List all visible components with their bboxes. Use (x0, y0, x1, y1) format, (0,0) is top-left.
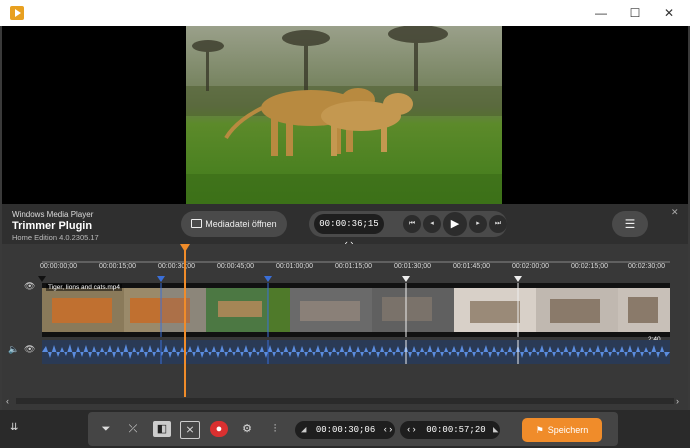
collapse-icon[interactable]: ⇊ (10, 422, 18, 433)
start-marker (38, 276, 46, 282)
menu-button[interactable]: ☰ (612, 211, 648, 237)
time-ruler[interactable]: 00:00:00;00 00:00:15;00 00:00:30;00 00:0… (40, 258, 670, 276)
tick-label: 00:01:45;00 (453, 263, 490, 270)
tick-label: 00:01:15;00 (335, 263, 372, 270)
open-media-label: Mediadatei öffnen (205, 219, 277, 229)
next-frame-icon: ▸ (476, 220, 480, 227)
audio-visibility-eye-icon[interactable]: 👁 (24, 344, 35, 355)
tick-label: 00:02:30;00 (628, 263, 665, 270)
skip-forward-icon: ⏭ (494, 220, 502, 227)
tick-label: 00:01:00;00 (276, 263, 313, 270)
folder-icon (191, 219, 203, 228)
start-marker-icon: ◢ (301, 425, 307, 435)
video-frame (186, 26, 502, 204)
go-to-start-button[interactable]: ⏮ (403, 215, 421, 233)
end-marker-icon: ◣ (493, 425, 499, 435)
timeline-scrollbar[interactable] (16, 398, 674, 404)
clip-thumbnails (42, 283, 670, 337)
end-time-field[interactable]: ‹› 00:00:57;20 ◣ (400, 421, 500, 439)
cut-segment-icon[interactable]: ⨯ (180, 421, 200, 439)
plugin-name: Trimmer Plugin (12, 220, 93, 232)
tick-label: 00:00:15;00 (99, 263, 136, 270)
start-time-value: 00:00:30;06 (315, 425, 376, 435)
app-name: Windows Media Player (12, 210, 94, 219)
minimize-button[interactable]: — (584, 0, 618, 26)
start-time-field[interactable]: ◢ 00:00:30;06 ‹› (295, 421, 395, 439)
clip-name: Tiger, lions and cats.mp4 (46, 284, 123, 291)
play-button[interactable]: ▶ (443, 212, 467, 236)
next-frame-button[interactable]: ▸ (469, 215, 487, 233)
trim-mode-icon[interactable]: ◧ (153, 421, 171, 437)
save-label: Speichern (547, 425, 589, 435)
video-visibility-eye-icon[interactable]: 👁 (24, 281, 35, 292)
open-media-button[interactable]: Mediadatei öffnen (181, 211, 287, 237)
audio-waveform-track[interactable] (42, 340, 670, 364)
maximize-button[interactable]: ☐ (618, 0, 652, 26)
clear-filter-icon[interactable]: ⤫ (124, 421, 142, 437)
record-microphone-icon[interactable]: ● (210, 421, 228, 437)
tick-label: 00:00:00;00 (40, 263, 77, 270)
video-clip-track[interactable] (42, 283, 670, 337)
speaker-icon[interactable]: 🔈 (8, 344, 19, 355)
save-button[interactable]: ⚑ Speichern (522, 418, 602, 442)
out-marker[interactable] (264, 276, 272, 282)
tick-label: 00:02:00;00 (512, 263, 549, 270)
hamburger-icon: ☰ (624, 217, 636, 231)
skip-back-icon: ⏮ (408, 220, 416, 227)
marker-2[interactable] (514, 276, 522, 282)
prev-frame-icon: ◂ (430, 220, 434, 227)
audio-waveform (42, 340, 670, 364)
marker-1[interactable] (402, 276, 410, 282)
scroll-right-icon[interactable]: › (676, 396, 679, 406)
in-marker[interactable] (157, 276, 165, 282)
tick-label: 00:00:30;00 (158, 263, 195, 270)
audio-mixer-icon[interactable]: ⫶ (266, 421, 284, 437)
end-time-value: 00:00:57;20 (426, 425, 486, 435)
flag-icon: ⚑ (535, 425, 544, 435)
go-to-end-button[interactable]: ⏭ (489, 215, 507, 233)
step-arrows-icon: ‹› (406, 425, 417, 435)
tick-label: 00:01:30;00 (394, 263, 431, 270)
app-logo-icon (10, 6, 24, 20)
filter-icon[interactable]: ⏷ (97, 421, 115, 437)
playhead-line[interactable] (184, 250, 186, 397)
scroll-left-icon[interactable]: ‹ (6, 396, 9, 406)
step-arrows-icon: ‹› (382, 425, 394, 435)
play-icon: ▶ (450, 218, 460, 230)
current-time-display[interactable]: 00:00:36;15 ‹› (314, 214, 384, 249)
edition-label: Home Edition 4.0.2305.17 (12, 233, 99, 242)
current-time-value: 00:00:36;15 (319, 219, 379, 229)
prev-frame-button[interactable]: ◂ (423, 215, 441, 233)
settings-gear-icon[interactable]: ⚙ (238, 421, 256, 437)
close-button[interactable]: ✕ (652, 0, 686, 26)
panel-close-icon[interactable]: ✕ (671, 207, 679, 218)
tick-label: 00:00:45;00 (217, 263, 254, 270)
tick-label: 00:02:15;00 (571, 263, 608, 270)
